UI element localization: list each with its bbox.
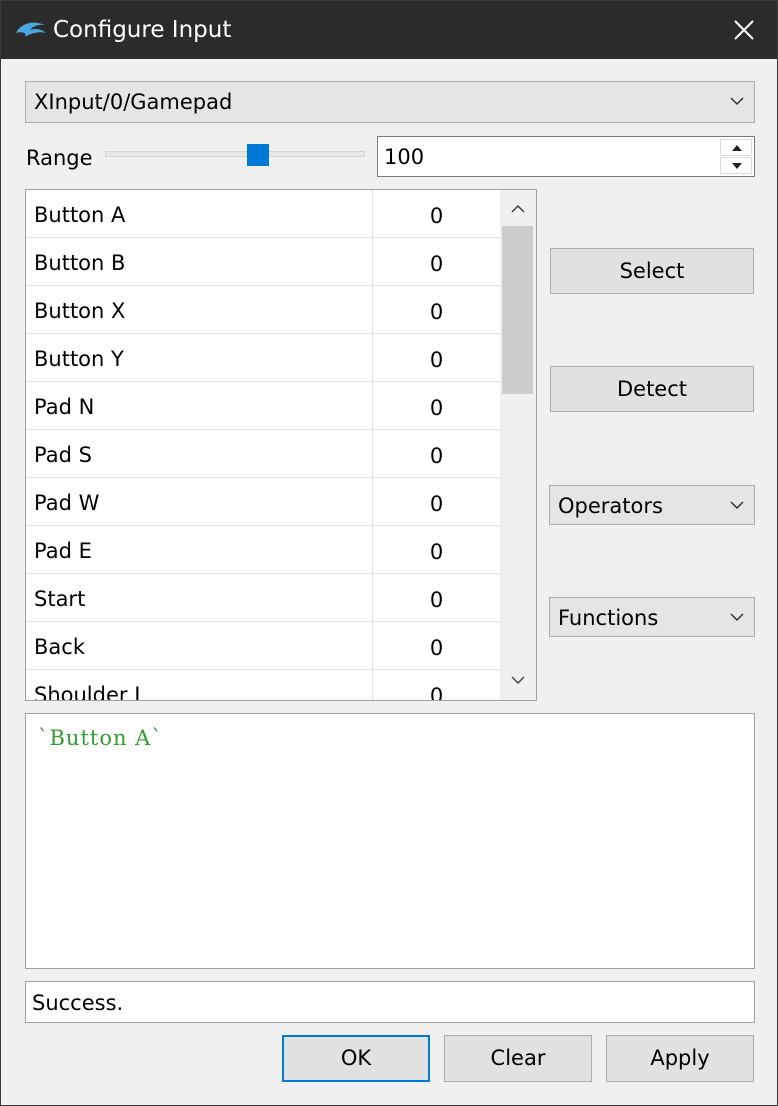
window-title: Configure Input bbox=[53, 17, 232, 43]
table-row[interactable]: Button Y 0 bbox=[26, 334, 500, 382]
table-row[interactable]: Pad W 0 bbox=[26, 478, 500, 526]
expression-text[interactable]: `Button A` bbox=[38, 724, 163, 752]
input-value: 0 bbox=[372, 190, 500, 238]
input-value: 0 bbox=[372, 238, 500, 286]
ok-button[interactable]: OK bbox=[282, 1035, 430, 1082]
chevron-down-icon bbox=[730, 613, 744, 622]
input-name: Button B bbox=[34, 251, 126, 275]
input-value: 0 bbox=[372, 382, 500, 430]
scroll-up-arrow-icon[interactable] bbox=[511, 204, 525, 213]
chevron-down-icon bbox=[730, 501, 744, 510]
caret-down-icon bbox=[732, 163, 742, 169]
table-row[interactable]: Button X 0 bbox=[26, 286, 500, 334]
device-select-value: XInput/0/Gamepad bbox=[34, 90, 233, 114]
table-row[interactable]: Start 0 bbox=[26, 574, 500, 622]
spin-up-button[interactable] bbox=[720, 139, 752, 156]
input-name: Pad S bbox=[34, 443, 92, 467]
input-value: 0 bbox=[372, 574, 500, 622]
configure-input-dialog: Configure Input XInput/0/Gamepad Range 1… bbox=[0, 0, 778, 1106]
table-row[interactable]: Pad S 0 bbox=[26, 430, 500, 478]
input-value: 0 bbox=[372, 670, 500, 700]
table-row[interactable]: Pad N 0 bbox=[26, 382, 500, 430]
chevron-down-icon bbox=[730, 97, 744, 106]
close-button[interactable] bbox=[711, 1, 777, 59]
input-name: Back bbox=[34, 635, 85, 659]
close-icon bbox=[734, 20, 754, 40]
clear-button[interactable]: Clear bbox=[444, 1035, 592, 1082]
table-row[interactable]: Pad E 0 bbox=[26, 526, 500, 574]
range-label: Range bbox=[26, 146, 93, 170]
apply-button[interactable]: Apply bbox=[606, 1035, 754, 1082]
table-scrollbar[interactable] bbox=[500, 190, 536, 700]
range-slider-track[interactable] bbox=[105, 151, 365, 157]
status-field: Success. bbox=[25, 981, 755, 1023]
input-name: Button Y bbox=[34, 347, 124, 371]
device-select[interactable]: XInput/0/Gamepad bbox=[25, 81, 755, 123]
input-name: Start bbox=[34, 587, 86, 611]
status-text: Success. bbox=[32, 991, 124, 1015]
input-value: 0 bbox=[372, 478, 500, 526]
spin-down-button[interactable] bbox=[720, 157, 752, 174]
select-button[interactable]: Select bbox=[550, 248, 754, 294]
operators-dropdown[interactable]: Operators bbox=[549, 485, 755, 525]
caret-up-icon bbox=[732, 145, 742, 151]
expression-editor[interactable]: `Button A` bbox=[25, 713, 755, 969]
range-spinbox[interactable]: 100 bbox=[377, 136, 755, 177]
table-row[interactable]: Button B 0 bbox=[26, 238, 500, 286]
table-row[interactable]: Back 0 bbox=[26, 622, 500, 670]
input-name: Pad N bbox=[34, 395, 95, 419]
range-value[interactable]: 100 bbox=[384, 142, 424, 172]
input-name: Pad W bbox=[34, 491, 100, 515]
detect-button[interactable]: Detect bbox=[550, 366, 754, 412]
input-value: 0 bbox=[372, 286, 500, 334]
dolphin-logo-icon bbox=[15, 19, 47, 41]
input-value: 0 bbox=[372, 622, 500, 670]
input-value: 0 bbox=[372, 526, 500, 574]
input-name: Button A bbox=[34, 203, 126, 227]
input-value: 0 bbox=[372, 430, 500, 478]
input-value: 0 bbox=[372, 334, 500, 382]
scroll-down-arrow-icon[interactable] bbox=[511, 676, 525, 685]
title-bar: Configure Input bbox=[1, 1, 777, 59]
input-list-rows: Button A0 Button B0 Button X0 Button Y0 … bbox=[26, 190, 500, 701]
range-slider-thumb[interactable] bbox=[247, 144, 269, 166]
input-list-table: Button A0 Button B0 Button X0 Button Y0 … bbox=[25, 189, 537, 701]
input-name: Button X bbox=[34, 299, 126, 323]
input-name: Shoulder L bbox=[34, 683, 146, 701]
functions-dropdown[interactable]: Functions bbox=[549, 597, 755, 637]
functions-label: Functions bbox=[558, 606, 659, 630]
scrollbar-thumb[interactable] bbox=[502, 226, 533, 394]
table-row[interactable]: Shoulder L 0 bbox=[26, 670, 500, 701]
spinbox-buttons bbox=[720, 139, 752, 174]
table-row[interactable]: Button A 0 bbox=[26, 190, 500, 238]
operators-label: Operators bbox=[558, 494, 663, 518]
input-name: Pad E bbox=[34, 539, 92, 563]
